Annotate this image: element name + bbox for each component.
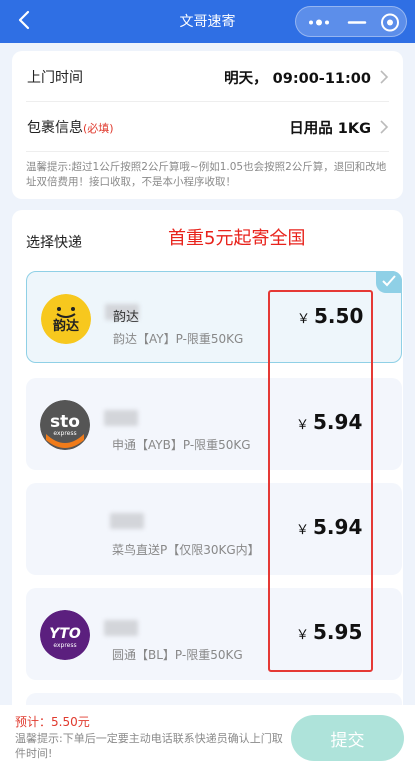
minimize-icon[interactable] <box>344 7 370 38</box>
yunda-logo-text: 韵达 <box>53 318 79 334</box>
courier-name-blur <box>104 620 138 636</box>
estimated-price: 预计：5.50元 <box>15 715 90 729</box>
courier-service: 圆通【BL】P-限重50KG <box>112 648 243 662</box>
package-info-value: 日用品 1KG <box>289 121 371 137</box>
bottom-bar: 预计：5.50元 温馨提示:下单后一定要主动电话联系快递员确认上门取件时间! 提… <box>0 705 415 779</box>
required-mark: (必填) <box>83 122 114 135</box>
yto-logo-text: YTO <box>49 626 81 642</box>
courier-name-blur <box>104 410 138 426</box>
price-highlight-box <box>268 290 373 672</box>
chevron-right-icon <box>380 120 389 134</box>
submit-button[interactable]: 提交 <box>291 715 404 761</box>
yto-logo-icon: YTO express <box>40 610 90 660</box>
yunda-logo-icon: 韵达 <box>41 294 91 344</box>
pickup-tip: 温馨提示:下单后一定要主动电话联系快递员确认上门取件时间! <box>15 732 283 760</box>
pickup-time-row[interactable]: 上门时间 明天， 09:00-11:00 <box>27 67 389 89</box>
courier-service: 申通【AYB】P-限重50KG <box>112 438 251 452</box>
order-info-card: 上门时间 明天， 09:00-11:00 包裹信息(必填) 日用品 1KG 温馨… <box>12 51 403 199</box>
divider <box>26 151 389 152</box>
chevron-right-icon <box>380 70 389 84</box>
miniprogram-capsule <box>295 6 407 37</box>
close-icon[interactable] <box>376 7 404 38</box>
courier-name: 韵达 <box>113 310 140 325</box>
package-info-label: 包裹信息(必填) <box>27 117 114 137</box>
package-label-text: 包裹信息 <box>27 120 83 136</box>
pickup-time-label: 上门时间 <box>27 70 83 86</box>
weight-notice: 温馨提示:超过1公斤按照2公斤算哦~例如1.05也会按照2公斤算，退回和改地址双… <box>26 161 387 188</box>
divider <box>26 101 389 102</box>
courier-section-title: 选择快递 <box>26 235 82 251</box>
courier-service: 菜鸟直送P【仅限30KG内】 <box>112 543 260 557</box>
check-icon <box>382 275 396 287</box>
courier-name-blur <box>110 513 144 529</box>
promo-banner: 首重5元起寄全国 <box>168 228 306 249</box>
pickup-time-value: 明天， 09:00-11:00 <box>224 71 371 87</box>
yto-logo-sub: express <box>53 642 76 649</box>
package-info-row[interactable]: 包裹信息(必填) 日用品 1KG <box>27 117 389 139</box>
sto-logo-sub: express <box>53 430 76 437</box>
selected-check <box>376 271 402 293</box>
more-icon[interactable] <box>304 7 334 38</box>
sto-logo-text: sto <box>50 412 80 432</box>
courier-service: 韵达【AY】P-限重50KG <box>113 332 244 346</box>
sto-logo-icon: sto express <box>40 400 90 450</box>
nav-bar: 文哥速寄 <box>0 0 415 43</box>
